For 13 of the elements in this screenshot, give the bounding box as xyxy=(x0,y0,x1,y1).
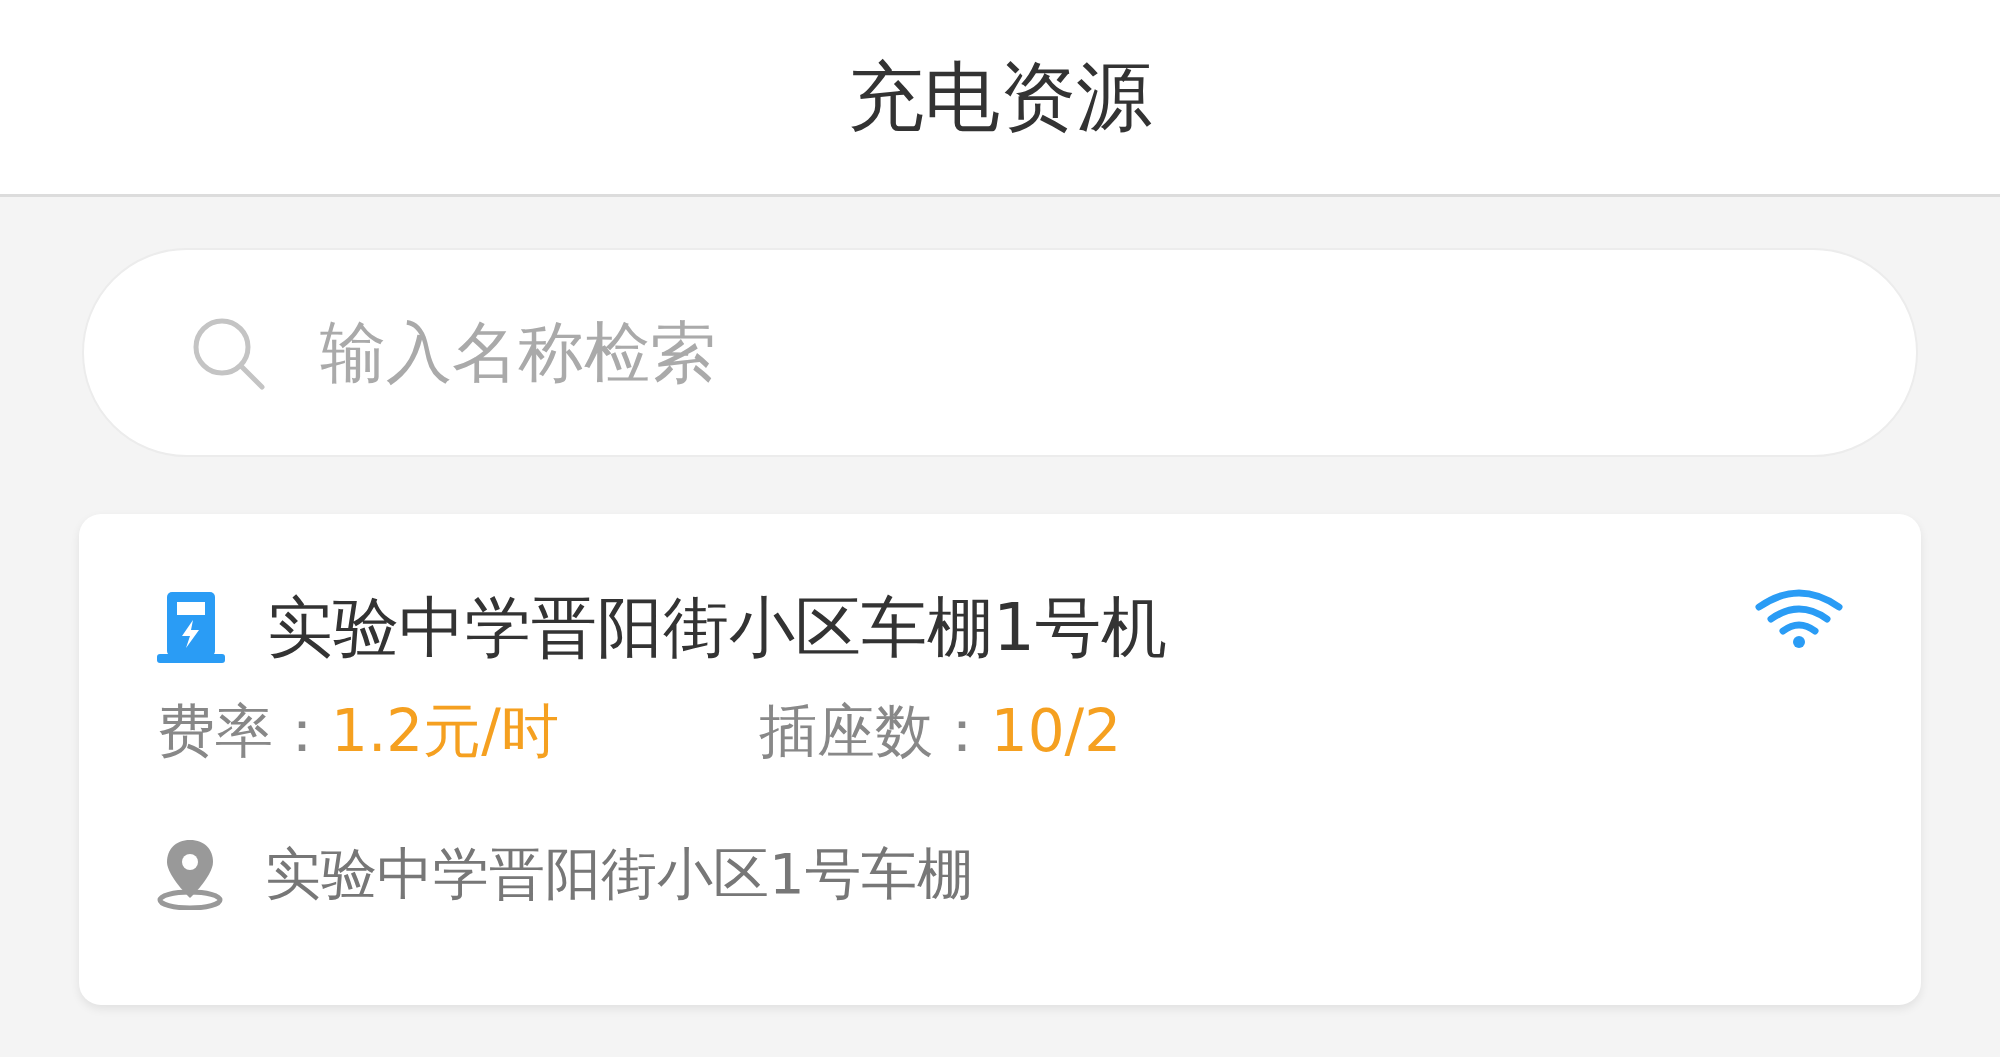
station-card[interactable]: 实验中学晋阳街小区车棚1号机 费率：1.2元/时 插座数：10/2 实验中学晋阳街小区1号车棚 xyxy=(79,514,1921,1005)
sockets-label: 插座数： xyxy=(758,702,991,760)
station-name: 实验中学晋阳街小区车棚1号机 xyxy=(267,595,1167,661)
charging-station-icon xyxy=(157,592,225,664)
location-pin-icon xyxy=(157,838,223,910)
page-title: 充电资源 xyxy=(848,59,1152,135)
wifi-icon xyxy=(1755,587,1843,649)
station-address: 实验中学晋阳街小区1号车棚 xyxy=(265,846,973,902)
rate-value: 1.2元/时 xyxy=(331,702,559,760)
rate-label: 费率： xyxy=(157,702,331,760)
search-bar[interactable]: 输入名称检索 xyxy=(82,248,1918,457)
search-field[interactable]: 输入名称检索 xyxy=(320,303,1810,402)
sockets-value: 10/2 xyxy=(990,702,1122,760)
